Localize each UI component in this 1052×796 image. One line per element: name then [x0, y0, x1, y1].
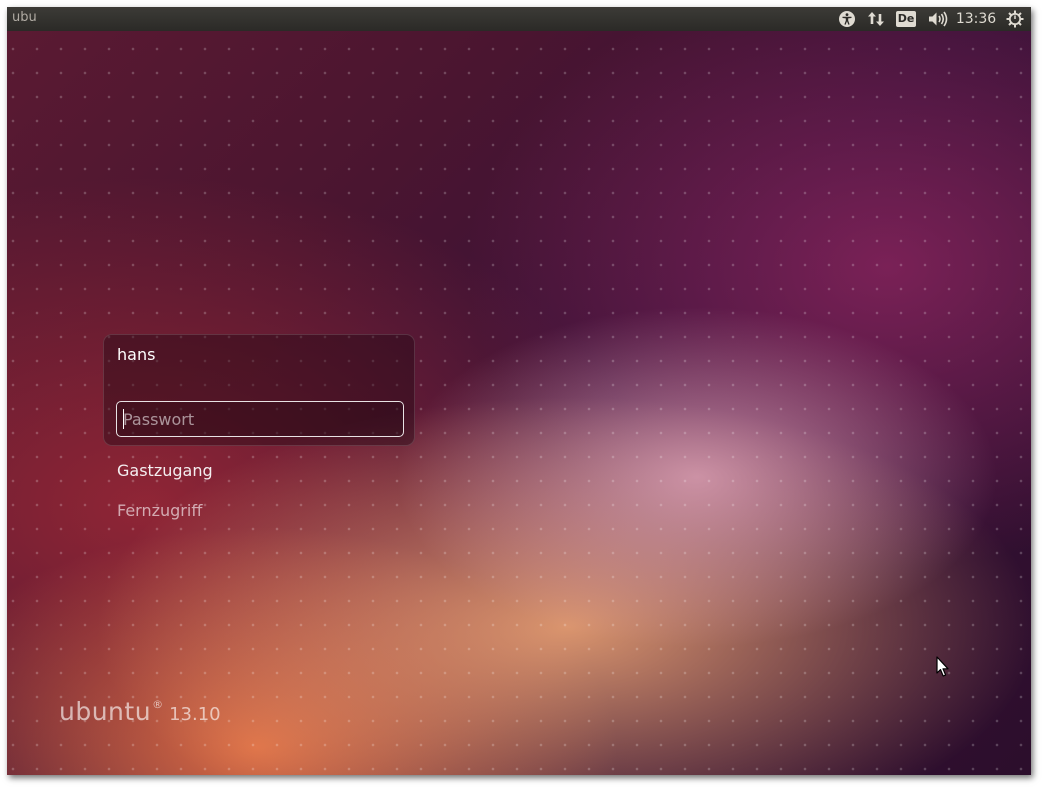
keyboard-layout-indicator[interactable]: De: [889, 7, 923, 31]
logo-wordmark: ubuntu: [59, 697, 152, 726]
user-name[interactable]: hans: [117, 345, 155, 364]
keyboard-layout-label: De: [895, 11, 917, 27]
panel-clock[interactable]: 13:36: [953, 7, 999, 31]
guest-session-option[interactable]: Gastzugang: [117, 461, 213, 480]
top-panel: ubu De 13:36: [7, 7, 1031, 31]
ubuntu-logo: ubuntu ® 13.10: [59, 697, 221, 726]
accessibility-icon[interactable]: [831, 7, 863, 31]
volume-icon[interactable]: [923, 7, 953, 31]
version-label: 13.10: [169, 704, 221, 725]
network-updown-icon[interactable]: [863, 7, 889, 31]
login-card: hans: [103, 334, 415, 446]
hostname-label: ubu: [12, 10, 37, 25]
indicator-area: De 13:36: [831, 7, 1031, 31]
password-input[interactable]: [116, 401, 404, 437]
logo-circle-mark: ®: [152, 698, 164, 711]
desktop-screen: ubu De 13:36 hans Gastzugang Fernzugriff…: [7, 7, 1031, 775]
mouse-pointer-icon: [936, 656, 950, 682]
text-caret: [123, 409, 124, 429]
power-gear-icon[interactable]: [999, 7, 1031, 31]
remote-login-option[interactable]: Fernzugriff: [117, 501, 202, 520]
